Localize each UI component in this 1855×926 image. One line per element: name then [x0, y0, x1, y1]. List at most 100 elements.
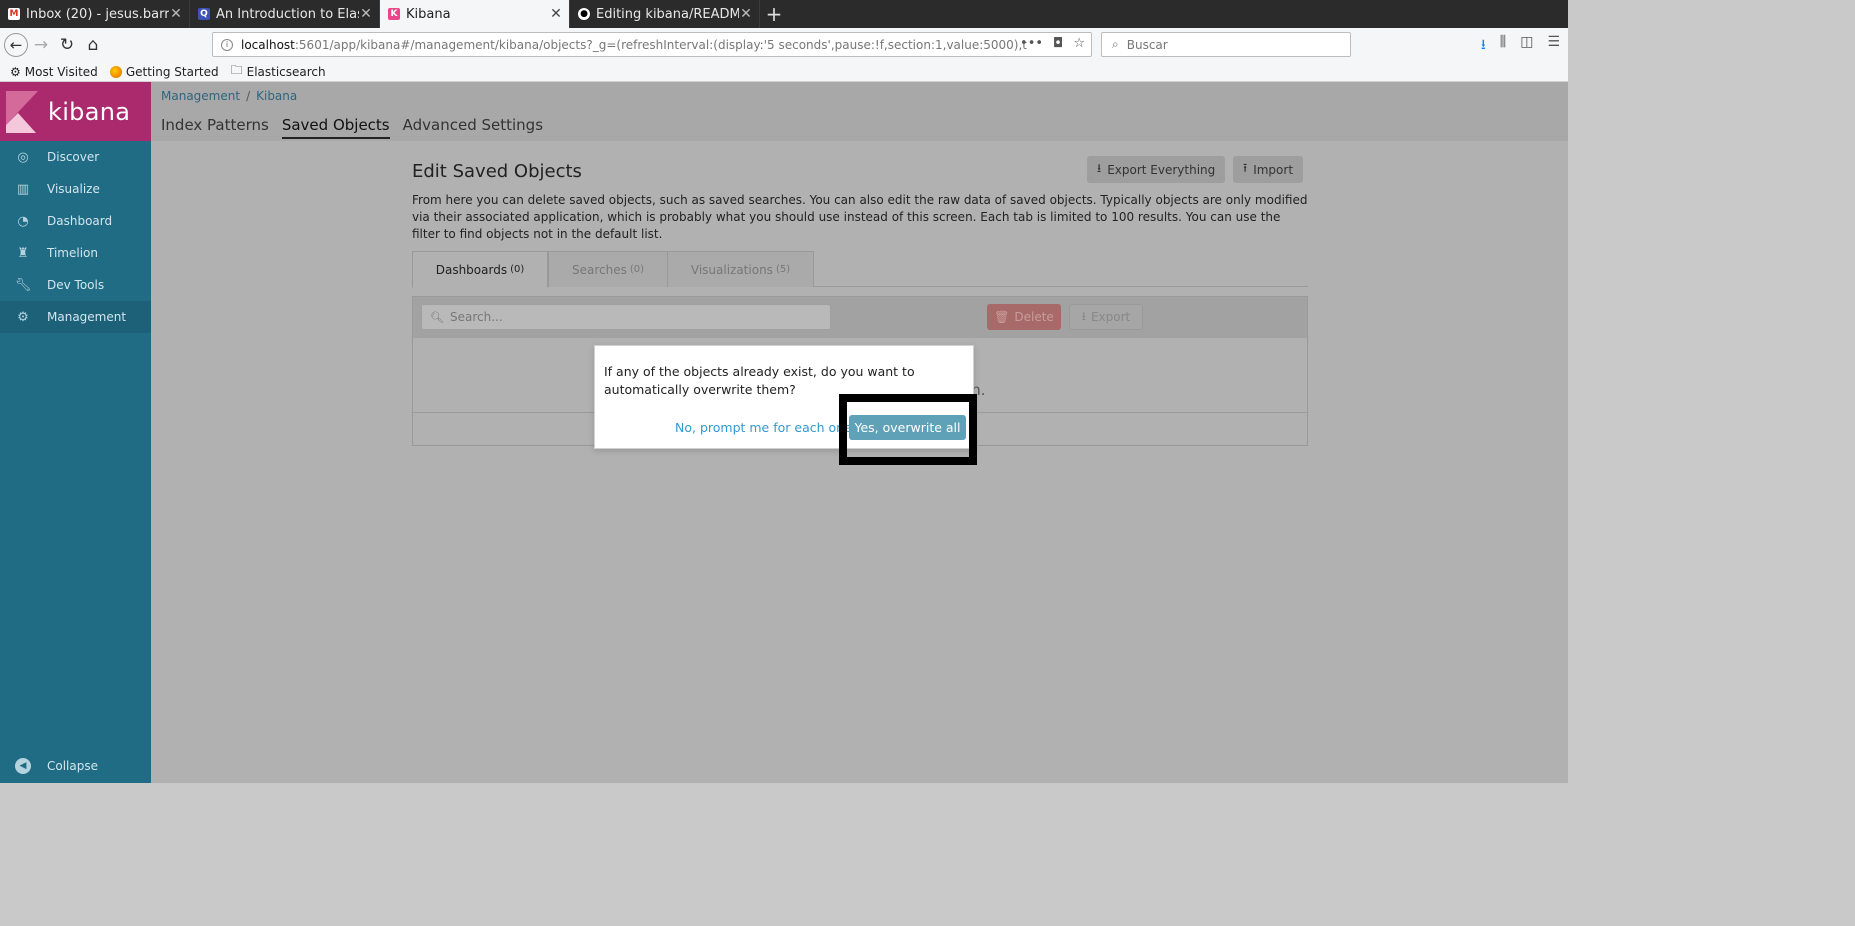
- close-tab-icon[interactable]: ✕: [169, 6, 183, 22]
- bookmark-getting-started[interactable]: Getting Started: [109, 65, 219, 79]
- download-icon[interactable]: ⭳: [1481, 34, 1486, 58]
- tab-searches[interactable]: Searches (0): [548, 251, 668, 287]
- github-icon: ●: [578, 8, 590, 20]
- no-prompt-each-button[interactable]: No, prompt me for each one: [675, 420, 852, 435]
- page-actions-icon[interactable]: •••: [1020, 36, 1043, 51]
- wrench-icon: 🔧︎: [14, 277, 32, 293]
- kibana-sidebar: kibana ◎ Discover ▥ Visualize ◔ Dashboar…: [0, 82, 151, 783]
- search-placeholder: Search...: [449, 310, 503, 324]
- export-everything-button[interactable]: ⭳ Export Everything: [1087, 156, 1226, 183]
- browser-tab-github[interactable]: ● Editing kibana/READM ✕: [570, 0, 760, 28]
- browser-search-placeholder: Buscar: [1126, 37, 1168, 52]
- breadcrumb-separator: /: [246, 89, 251, 103]
- firefox-icon: [109, 65, 122, 78]
- home-icon[interactable]: ⌂: [80, 32, 106, 58]
- bookmarks-bar: ⚙ Most Visited Getting Started 🗀 Elastic…: [0, 62, 1568, 82]
- sidebar-item-label: Dashboard: [47, 214, 113, 228]
- browser-toolbar: ← → ↻ ⌂ i localhost :5601/app/kibana#/ma…: [0, 28, 1568, 62]
- collapse-label: Collapse: [47, 759, 98, 773]
- upload-icon: ⭱: [1243, 161, 1248, 175]
- tab-count: (0): [510, 264, 525, 275]
- export-button[interactable]: ⭳ Export: [1069, 304, 1143, 330]
- delete-label: Delete: [1014, 310, 1054, 324]
- browser-tab-article[interactable]: Q An Introduction to Elast ✕: [190, 0, 380, 28]
- breadcrumb-kibana[interactable]: Kibana: [256, 89, 297, 103]
- sidebar-item-label: Management: [47, 310, 127, 324]
- close-tab-icon[interactable]: ✕: [739, 6, 753, 22]
- folder-icon: 🗀: [230, 63, 243, 77]
- site-info-icon[interactable]: i: [221, 38, 233, 51]
- kibana-logo-icon: [6, 90, 38, 133]
- new-tab-icon[interactable]: +: [760, 0, 788, 28]
- back-arrow-icon[interactable]: ←: [4, 33, 28, 57]
- page-description: From here you can delete saved objects, …: [412, 193, 1308, 241]
- gmail-icon: M: [8, 8, 20, 20]
- chevron-left-icon: ◀: [15, 758, 31, 774]
- forward-arrow-icon[interactable]: →: [28, 32, 54, 58]
- bookmark-label: Elasticsearch: [246, 64, 326, 79]
- bookmark-label: Most Visited: [24, 64, 98, 79]
- trash-icon: 🗑︎: [994, 310, 1010, 324]
- browser-tab-gmail[interactable]: M Inbox (20) - jesus.barre ✕: [0, 0, 190, 28]
- tab-index-patterns[interactable]: Index Patterns: [161, 116, 269, 139]
- kibana-wordmark: kibana: [48, 97, 131, 126]
- bookmark-most-visited[interactable]: ⚙ Most Visited: [10, 65, 98, 79]
- object-type-tabs: Dashboards (0) Searches (0) Visualizations…: [412, 251, 1308, 288]
- dashboard-gauge-icon: ◔: [17, 213, 29, 229]
- sidebar-item-discover[interactable]: ◎ Discover: [0, 141, 151, 173]
- address-bar[interactable]: i localhost :5601/app/kibana#/management…: [212, 32, 1092, 57]
- sidebar-item-dev-tools[interactable]: 🔧︎ Dev Tools: [0, 269, 151, 301]
- close-tab-icon[interactable]: ✕: [549, 6, 563, 22]
- collapse-sidebar-button[interactable]: ◀ Collapse: [0, 757, 151, 775]
- tab-title: An Introduction to Elast: [216, 6, 359, 22]
- reload-icon[interactable]: ↻: [54, 32, 80, 58]
- kibana-logo[interactable]: kibana: [0, 82, 151, 141]
- close-tab-icon[interactable]: ✕: [359, 6, 373, 22]
- sidebar-item-management[interactable]: ⚙ Management: [0, 301, 151, 333]
- tab-advanced-settings[interactable]: Advanced Settings: [403, 116, 543, 139]
- tab-label: Visualizations: [690, 262, 773, 277]
- tab-saved-objects[interactable]: Saved Objects: [281, 116, 390, 139]
- tab-title: Editing kibana/READM: [596, 6, 739, 22]
- sidebar-item-dashboard[interactable]: ◔ Dashboard: [0, 205, 151, 237]
- bookmark-elasticsearch[interactable]: 🗀 Elasticsearch: [231, 61, 326, 82]
- tab-label: Dashboards: [435, 262, 508, 277]
- kibana-header: Management / Kibana Index Patterns Saved O…: [151, 82, 1568, 141]
- import-button[interactable]: ⭱ Import: [1233, 156, 1304, 183]
- browser-tab-kibana[interactable]: K Kibana ✕: [380, 0, 570, 28]
- tab-title: Kibana: [406, 6, 451, 22]
- sidebar-item-label: Visualize: [47, 182, 100, 196]
- highlight-box: [839, 394, 977, 465]
- browser-search-input[interactable]: ⌕ Buscar: [1101, 32, 1351, 57]
- kibana-icon: K: [388, 8, 400, 20]
- compass-icon: ◎: [17, 149, 29, 165]
- tab-count: (0): [629, 264, 645, 275]
- sidebar-item-label: Timelion: [47, 246, 98, 260]
- export-label: Export: [1090, 310, 1131, 324]
- objects-search-input[interactable]: 🔍︎ Search...: [421, 304, 831, 330]
- bookmark-star-icon[interactable]: ☆: [1073, 36, 1085, 51]
- management-subtabs: Index Patterns Saved Objects Advanced Se…: [161, 116, 543, 139]
- tab-dashboards[interactable]: Dashboards (0): [412, 251, 548, 288]
- delete-button[interactable]: 🗑︎ Delete: [987, 304, 1061, 330]
- library-icon[interactable]: ⫼: [1500, 34, 1506, 58]
- search-icon: 🔍︎: [430, 310, 444, 324]
- gear-icon: ⚙: [10, 64, 21, 79]
- menu-icon[interactable]: ☰: [1547, 34, 1560, 58]
- pocket-icon[interactable]: ◘: [1053, 36, 1063, 51]
- url-path: :5601/app/kibana#/management/kibana/obje…: [294, 37, 1028, 52]
- tab-visualizations[interactable]: Visualizations (5): [667, 251, 814, 287]
- download-icon: ⭳: [1097, 161, 1102, 175]
- download-icon: ⭳: [1081, 308, 1086, 323]
- bar-chart-icon: ▥: [16, 181, 30, 197]
- breadcrumb-management[interactable]: Management: [161, 89, 240, 103]
- sidebar-item-label: Dev Tools: [47, 278, 105, 292]
- sidebar-toggle-icon[interactable]: ◫: [1520, 34, 1533, 58]
- tab-label: Searches: [571, 262, 627, 277]
- sidebar-item-visualize[interactable]: ▥ Visualize: [0, 173, 151, 205]
- search-icon: ⌕: [1112, 37, 1119, 51]
- tab-count: (5): [775, 264, 791, 275]
- export-everything-label: Export Everything: [1107, 162, 1216, 177]
- sidebar-item-timelion[interactable]: ♜ Timelion: [0, 237, 151, 269]
- import-label: Import: [1253, 162, 1294, 177]
